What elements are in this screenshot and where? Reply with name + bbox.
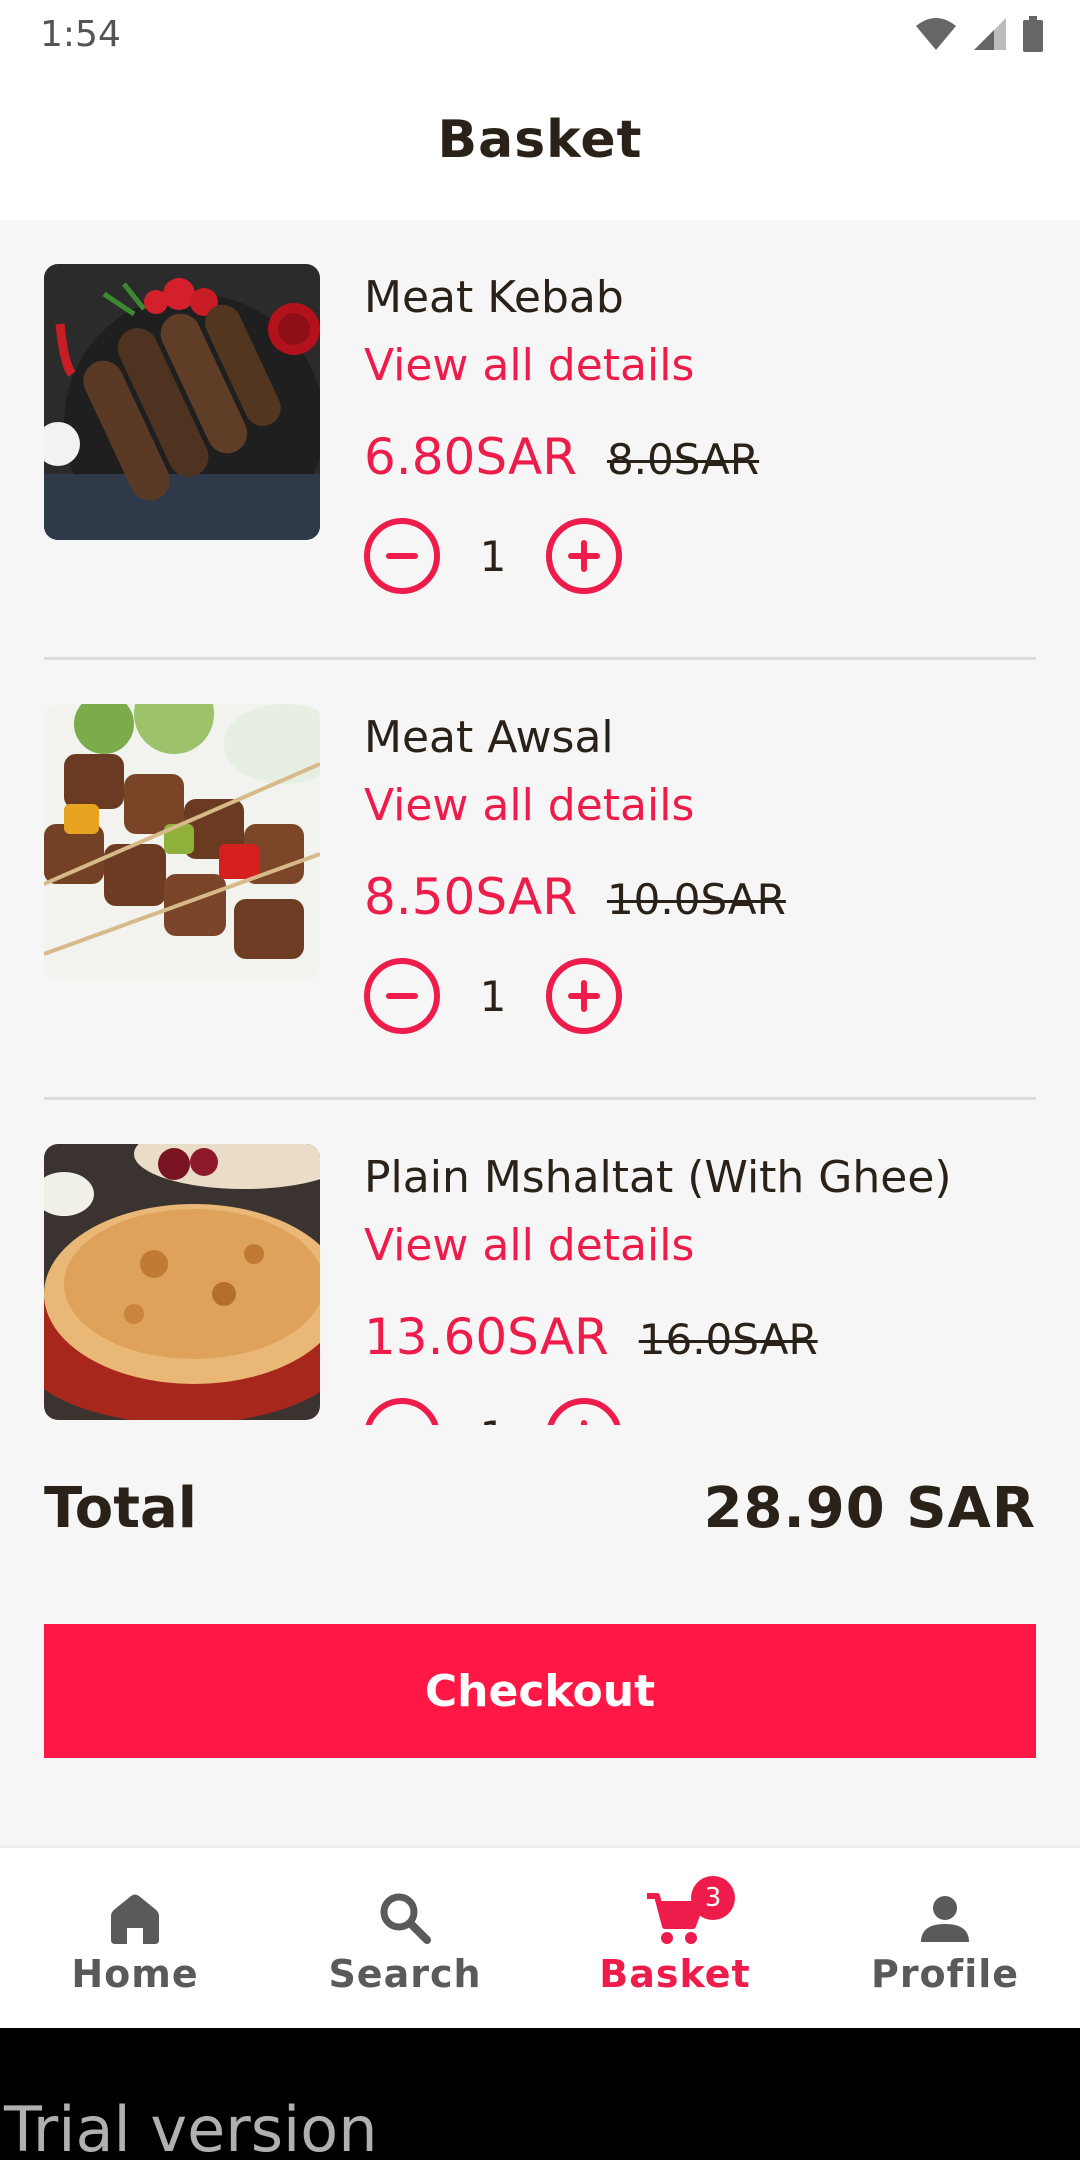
total-value: 28.90 SAR <box>703 1476 1036 1541</box>
item-name: Plain Mshaltat (With Ghee) <box>364 1152 952 1203</box>
item-price: 6.80SAR <box>364 428 577 486</box>
quantity-value: 1 <box>479 531 507 581</box>
app-header: Basket <box>0 72 1080 220</box>
item-name: Meat Kebab <box>364 272 624 323</box>
item-price: 8.50SAR <box>364 868 577 926</box>
home-icon <box>111 1894 159 1944</box>
signal-icon <box>972 16 1008 56</box>
basket-item: Plain Mshaltat (With Ghee) View all deta… <box>0 1100 1080 1425</box>
nav-label: Profile <box>870 1952 1020 1996</box>
cart-count-badge: 3 <box>691 1876 735 1920</box>
quantity-value: 1 <box>440 1412 546 1426</box>
quantity-stepper: 1 <box>364 958 622 1034</box>
item-prices: 8.50SAR 10.0SAR <box>364 868 786 926</box>
checkout-button[interactable]: Checkout <box>44 1624 1036 1758</box>
decrease-quantity-button[interactable] <box>364 518 440 594</box>
increase-quantity-button[interactable] <box>546 518 622 594</box>
quantity-stepper: 1 <box>364 1398 622 1425</box>
quantity-stepper: 1 <box>364 518 622 594</box>
nav-label: Home <box>71 1952 199 1996</box>
decrease-quantity-button[interactable] <box>364 958 440 1034</box>
view-details-link[interactable]: View all details <box>364 1220 694 1271</box>
nav-label: Search <box>328 1952 482 1996</box>
total-label: Total <box>44 1476 197 1541</box>
wifi-icon <box>914 16 958 56</box>
increase-quantity-button[interactable] <box>546 1398 622 1425</box>
item-old-price: 10.0SAR <box>606 875 786 924</box>
meat-awsal-image[interactable] <box>44 704 320 980</box>
minus-icon <box>386 993 418 999</box>
decrease-quantity-button[interactable] <box>364 1398 440 1425</box>
status-icons <box>914 16 1044 56</box>
item-old-price: 8.0SAR <box>606 435 760 484</box>
trial-banner: Trial version <box>0 2028 1080 2160</box>
search-icon <box>380 1893 431 1944</box>
basket-item: Meat Awsal View all details 8.50SAR 10.0… <box>0 660 1080 1100</box>
increase-quantity-button[interactable] <box>546 958 622 1034</box>
view-details-link[interactable]: View all details <box>364 780 694 831</box>
battery-icon <box>1022 16 1044 56</box>
basket-item: Meat Kebab View all details 6.80SAR 8.0S… <box>0 220 1080 660</box>
item-name: Meat Awsal <box>364 712 614 763</box>
item-prices: 6.80SAR 8.0SAR <box>364 428 759 486</box>
nav-item-search[interactable]: Search <box>270 1848 540 2028</box>
nav-item-profile[interactable]: Profile <box>810 1848 1080 2028</box>
status-bar: 1:54 <box>0 0 1080 72</box>
item-old-price: 16.0SAR <box>638 1315 818 1364</box>
meat-kebab-image[interactable] <box>44 264 320 540</box>
view-details-link[interactable]: View all details <box>364 340 694 391</box>
item-price: 13.60SAR <box>364 1308 609 1366</box>
item-prices: 13.60SAR 16.0SAR <box>364 1308 818 1366</box>
nav-item-basket[interactable]: 3 Basket <box>540 1848 810 2028</box>
page-title: Basket <box>437 110 643 170</box>
bottom-nav: Home Search 3 Basket Profile <box>0 1846 1080 2028</box>
nav-item-home[interactable]: Home <box>0 1848 270 2028</box>
nav-label: Basket <box>599 1952 751 1996</box>
minus-icon <box>386 553 418 559</box>
status-time: 1:54 <box>40 14 121 55</box>
total-row: Total 28.90 SAR <box>44 1476 1036 1541</box>
plain-mshaltat-image[interactable] <box>44 1144 320 1420</box>
trial-text: Trial version <box>4 2093 378 2160</box>
quantity-value: 1 <box>479 971 507 1021</box>
person-icon <box>921 1896 969 1942</box>
basket-list[interactable]: Meat Kebab View all details 6.80SAR 8.0S… <box>0 220 1080 1425</box>
